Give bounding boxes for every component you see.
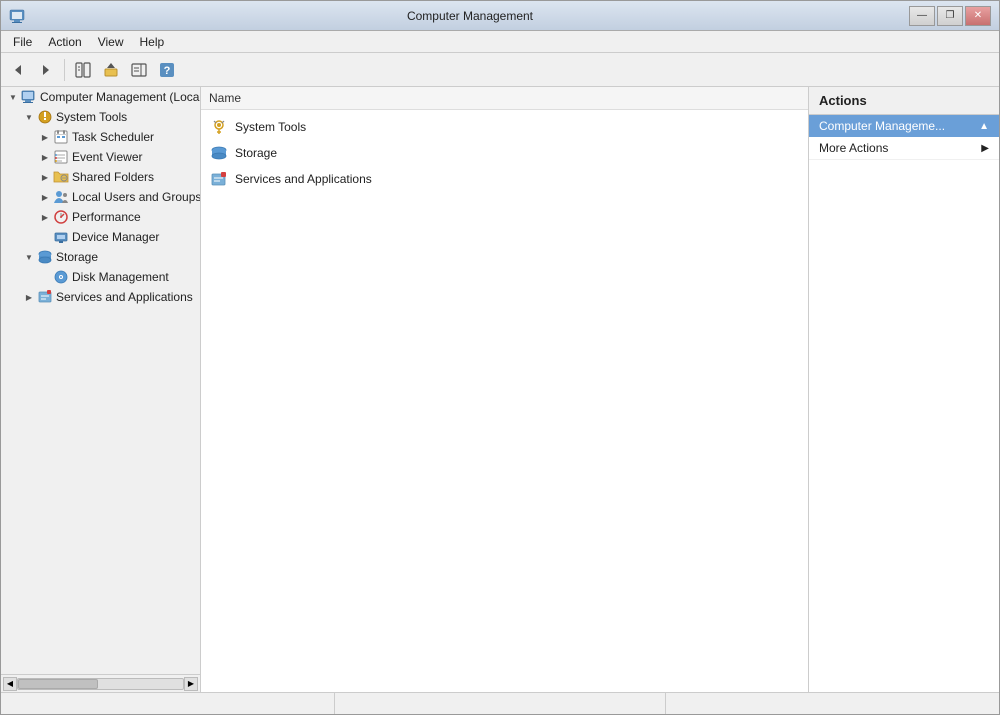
scrollbar-left[interactable]: ◀	[3, 677, 17, 691]
actions-more-actions[interactable]: More Actions ▶	[809, 137, 999, 160]
tree-root-label: Computer Management (Local	[40, 90, 200, 104]
content-header: Name	[201, 87, 808, 110]
tree-expand-performance[interactable]: ▶	[37, 209, 53, 225]
scrollbar-thumb[interactable]	[18, 679, 98, 689]
tree-shared-folders-label: Shared Folders	[72, 170, 154, 184]
tree-task-scheduler[interactable]: ▶ Task Scheduler	[1, 127, 200, 147]
performance-icon	[53, 209, 69, 225]
status-section-2	[335, 693, 665, 714]
content-services-label: Services and Applications	[235, 172, 372, 186]
content-storage-icon	[209, 143, 229, 163]
toolbar-sep-1	[64, 59, 65, 81]
content-name-column: Name	[209, 91, 800, 105]
tree-storage-label: Storage	[56, 250, 98, 264]
scrollbar-track[interactable]	[17, 678, 184, 690]
tree-root[interactable]: ▼ Computer Management (Local	[1, 87, 200, 107]
content-item-services[interactable]: Services and Applications	[201, 166, 808, 192]
local-users-icon	[53, 189, 69, 205]
tree-expand-disk-management	[37, 269, 53, 285]
status-bar	[1, 692, 999, 714]
actions-section-label: Computer Manageme...	[819, 119, 945, 133]
back-button[interactable]	[5, 57, 31, 83]
menu-help[interactable]: Help	[132, 33, 173, 51]
computer-icon	[21, 89, 37, 105]
window-controls: — ❐ ✕	[909, 6, 991, 26]
toolbar: ?	[1, 53, 999, 87]
tree-expand-services[interactable]: ▶	[21, 289, 37, 305]
tree-system-tools-label: System Tools	[56, 110, 127, 124]
tree-shared-folders[interactable]: ▶ Shared Folders	[1, 167, 200, 187]
show-hide-action-pane-button[interactable]	[126, 57, 152, 83]
window-title: Computer Management	[31, 9, 909, 23]
tree-event-viewer[interactable]: ▶ Event Viewer	[1, 147, 200, 167]
forward-button[interactable]	[33, 57, 59, 83]
tree-expand-system-tools[interactable]: ▼	[21, 109, 37, 125]
actions-section-title[interactable]: Computer Manageme... ▲	[809, 115, 999, 137]
status-section-3	[666, 693, 995, 714]
menu-file[interactable]: File	[5, 33, 40, 51]
show-hide-tree-button[interactable]	[70, 57, 96, 83]
tree-disk-management[interactable]: Disk Management	[1, 267, 200, 287]
services-icon	[37, 289, 53, 305]
app-icon	[9, 8, 25, 24]
content-system-tools-icon	[209, 117, 229, 137]
help-button[interactable]: ?	[154, 57, 180, 83]
tree-pane: ▼ Computer Management (Local ▼	[1, 87, 200, 674]
menu-action[interactable]: Action	[40, 33, 89, 51]
tree-expand-shared-folders[interactable]: ▶	[37, 169, 53, 185]
tree-storage[interactable]: ▼ Storage	[1, 247, 200, 267]
svg-text:?: ?	[164, 65, 171, 77]
actions-section-collapse-icon: ▲	[979, 121, 989, 132]
shared-folders-icon	[53, 169, 69, 185]
actions-more-actions-arrow-icon: ▶	[981, 143, 989, 154]
actions-pane: Actions Computer Manageme... ▲ More Acti…	[809, 87, 999, 692]
storage-icon	[37, 249, 53, 265]
tree-expand-device-manager	[37, 229, 53, 245]
content-services-icon	[209, 169, 229, 189]
menu-bar: File Action View Help	[1, 31, 999, 53]
tree-scrollbar: ◀ ▶	[1, 674, 200, 692]
menu-view[interactable]: View	[90, 33, 132, 51]
restore-button[interactable]: ❐	[937, 6, 963, 26]
tree-expand-task-scheduler[interactable]: ▶	[37, 129, 53, 145]
close-button[interactable]: ✕	[965, 6, 991, 26]
tree-performance[interactable]: ▶ Performance	[1, 207, 200, 227]
tree-device-manager[interactable]: Device Manager	[1, 227, 200, 247]
tree-local-users-label: Local Users and Groups	[72, 190, 200, 204]
tree-expand-storage[interactable]: ▼	[21, 249, 37, 265]
minimize-button[interactable]: —	[909, 6, 935, 26]
content-list: System Tools Storage	[201, 110, 808, 196]
device-manager-icon	[53, 229, 69, 245]
system-tools-icon	[37, 109, 53, 125]
tree-system-tools[interactable]: ▼ System Tools	[1, 107, 200, 127]
tree-expand-root[interactable]: ▼	[5, 89, 21, 105]
tree-expand-local-users[interactable]: ▶	[37, 189, 53, 205]
tree-expand-event-viewer[interactable]: ▶	[37, 149, 53, 165]
tree-task-scheduler-label: Task Scheduler	[72, 130, 154, 144]
content-pane: Name System Tools	[201, 87, 809, 692]
task-scheduler-icon	[53, 129, 69, 145]
content-item-storage[interactable]: Storage	[201, 140, 808, 166]
tree-device-manager-label: Device Manager	[72, 230, 159, 244]
main-window: Computer Management — ❐ ✕ File Action Vi…	[0, 0, 1000, 715]
status-section-1	[5, 693, 335, 714]
tree-disk-management-label: Disk Management	[72, 270, 169, 284]
event-viewer-icon	[53, 149, 69, 165]
main-area: ▼ Computer Management (Local ▼	[1, 87, 999, 692]
tree-services-applications-label: Services and Applications	[56, 290, 193, 304]
actions-header: Actions	[809, 87, 999, 115]
title-bar: Computer Management — ❐ ✕	[1, 1, 999, 31]
tree-event-viewer-label: Event Viewer	[72, 150, 142, 164]
tree-services-applications[interactable]: ▶ Services and Applications	[1, 287, 200, 307]
content-item-system-tools[interactable]: System Tools	[201, 114, 808, 140]
up-one-level-button[interactable]	[98, 57, 124, 83]
tree-local-users[interactable]: ▶ Local Users and Groups	[1, 187, 200, 207]
actions-more-actions-label: More Actions	[819, 141, 888, 155]
scrollbar-right[interactable]: ▶	[184, 677, 198, 691]
tree-performance-label: Performance	[72, 210, 141, 224]
content-storage-label: Storage	[235, 146, 277, 160]
content-system-tools-label: System Tools	[235, 120, 306, 134]
disk-management-icon	[53, 269, 69, 285]
